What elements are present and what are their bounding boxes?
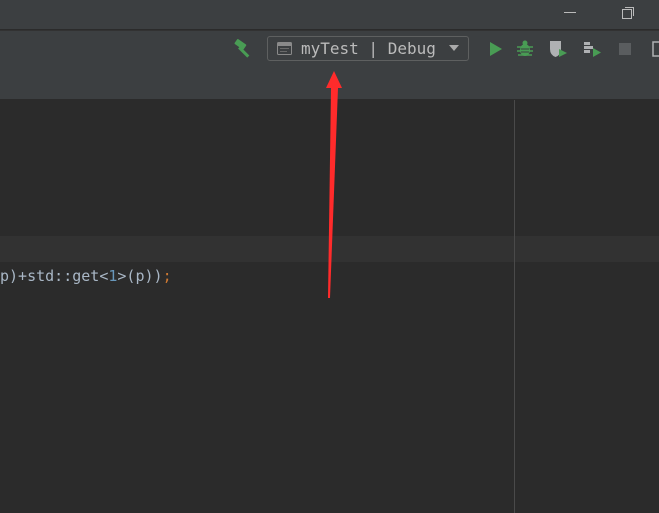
restore-icon-front	[622, 9, 632, 19]
debug-icon[interactable]	[515, 39, 535, 59]
profile-icon[interactable]	[582, 39, 602, 59]
title-bar	[0, 0, 659, 29]
configuration-icon	[277, 42, 292, 55]
chevron-down-icon	[449, 45, 459, 51]
main-toolbar: myTest | Debug	[0, 30, 659, 68]
code-token: p)+std::get<	[0, 267, 109, 285]
restore-button[interactable]	[603, 0, 649, 29]
run-icon[interactable]	[486, 39, 506, 59]
code-semicolon-token: ;	[162, 267, 172, 285]
right-margin-guide	[514, 100, 515, 513]
current-line-highlight	[0, 236, 659, 262]
editor-tab-bar	[0, 67, 659, 100]
run-configuration-selector[interactable]: myTest | Debug	[267, 36, 469, 61]
coverage-icon[interactable]	[548, 39, 568, 59]
minimize-button[interactable]	[547, 0, 593, 29]
run-configuration-label: myTest | Debug	[301, 39, 436, 58]
code-editor[interactable]: p)+std::get<1>(p));	[0, 100, 659, 513]
code-token: >(p))	[117, 267, 163, 285]
build-hammer-icon[interactable]	[233, 39, 255, 59]
layout-icon[interactable]	[652, 39, 659, 59]
stop-icon[interactable]	[615, 39, 635, 59]
code-line[interactable]: p)+std::get<1>(p));	[0, 266, 172, 286]
